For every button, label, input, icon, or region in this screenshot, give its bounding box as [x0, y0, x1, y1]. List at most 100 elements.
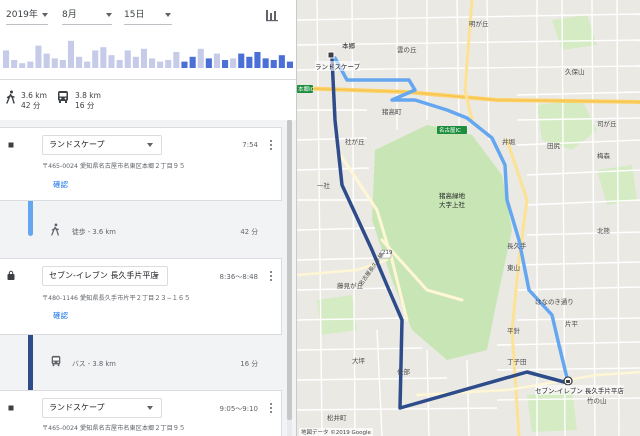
more-options-icon[interactable]	[266, 401, 276, 417]
histogram-bar[interactable]	[173, 52, 180, 68]
scrollbar[interactable]	[287, 120, 292, 436]
histogram-bar[interactable]	[270, 60, 277, 68]
day-value: 15日	[124, 10, 145, 20]
map-label-shijin: 仕部	[397, 368, 410, 376]
place-card-landscape-return: ランドスケープ 9:05〜9:10 〒465-0024 愛知県名古屋市名東区本郷…	[0, 390, 282, 436]
histogram-divider	[0, 68, 296, 80]
map-label-hanamizuki: はなのき通り	[535, 298, 574, 306]
map-label-seven-eleven: セブン-イレブン 長久手片平店	[535, 385, 624, 395]
bus-icon	[51, 355, 61, 367]
place-card-landscape: ランドスケープ 7:54 〒465-0024 愛知県名古屋市名東区本郷２丁目９５…	[0, 127, 282, 201]
histogram-bar[interactable]	[11, 60, 18, 68]
map-label-inokoshi: 猪高町	[382, 108, 402, 116]
bus-icon	[58, 91, 68, 103]
walk-distance: 3.6 km	[21, 91, 47, 100]
segment-duration: 16 分	[240, 360, 258, 368]
chevron-down-icon	[147, 406, 153, 410]
bus-segment[interactable]: バス - 3.8 km 16 分	[0, 340, 282, 384]
map-label-takenoyama: 竹の山	[587, 397, 607, 405]
segment-label: バス - 3.8 km	[72, 360, 116, 368]
histogram-bar[interactable]	[100, 47, 107, 68]
map-label-kubokubo: 久保山	[565, 68, 585, 76]
histogram-bar[interactable]	[51, 58, 58, 68]
histogram-bar[interactable]	[197, 48, 204, 68]
histogram-bar[interactable]	[238, 53, 245, 68]
histogram-bar[interactable]	[140, 48, 147, 68]
bus-duration: 16 分	[75, 101, 95, 110]
histogram-bar[interactable]	[35, 45, 42, 68]
place-name: セブン-イレブン 長久手片平店	[49, 271, 159, 280]
park-area	[317, 295, 357, 335]
histogram-bar[interactable]	[76, 56, 83, 68]
stop-square-icon	[5, 139, 17, 151]
map-label-nagakute: 長久手	[507, 242, 527, 250]
bar-chart-icon	[266, 10, 278, 22]
histogram-bar[interactable]	[132, 56, 139, 68]
place-name: ランドスケープ	[49, 140, 105, 149]
month-select[interactable]: 8月	[62, 6, 112, 25]
histogram-bar[interactable]	[213, 53, 220, 68]
place-select[interactable]: ランドスケープ	[42, 398, 162, 418]
map-label-kumonoike: 雲の丘	[397, 46, 417, 54]
histogram-bar[interactable]	[165, 60, 172, 68]
place-select[interactable]: ランドスケープ	[42, 135, 162, 155]
timeline-panel: 2019年 8月 15日 3.6 km 42 分 3.8 km 16 分 ランド…	[0, 0, 296, 436]
chevron-down-icon	[42, 13, 48, 17]
histogram-bar[interactable]	[189, 56, 196, 68]
scrollbar-thumb[interactable]	[287, 120, 292, 420]
histogram-bar[interactable]	[205, 58, 212, 68]
bar-chart-button[interactable]	[262, 5, 282, 25]
month-underline	[62, 24, 112, 25]
histogram-bar[interactable]	[124, 50, 131, 68]
year-value: 2019年	[6, 10, 38, 20]
map-label-higashi: 東山	[507, 264, 520, 272]
year-select[interactable]: 2019年	[6, 6, 48, 25]
histogram-bar[interactable]	[230, 58, 237, 68]
map-label-igaoka: 井堀	[502, 138, 515, 146]
chevron-down-icon	[165, 13, 171, 17]
visit-time: 7:54	[242, 141, 258, 149]
walk-segment[interactable]: 徒歩 - 3.6 km 42 分	[0, 208, 282, 252]
chevron-down-icon	[147, 143, 153, 147]
histogram-bar[interactable]	[67, 40, 74, 68]
activity-histogram[interactable]	[0, 30, 296, 68]
histogram-bar[interactable]	[254, 52, 261, 68]
histogram-bar[interactable]	[278, 55, 285, 68]
place-name: ランドスケープ	[49, 403, 105, 412]
map-label-chojin: 丁子田	[507, 358, 527, 366]
confirm-link[interactable]: 確認	[53, 310, 68, 321]
stop-square-icon	[5, 402, 17, 414]
map-label-hongo-ic: 本郷IC	[298, 87, 315, 93]
map-label-matsunoki: 松井町	[327, 414, 347, 422]
map-label-katahira: 片平	[565, 320, 578, 328]
year-underline	[6, 24, 48, 25]
histogram-bar[interactable]	[222, 60, 229, 68]
landscape-marker[interactable]	[327, 51, 335, 59]
map-label-tajiri: 田尻	[547, 142, 560, 150]
histogram-bar[interactable]	[3, 50, 10, 68]
map-label-kakeda: 梅森	[597, 152, 610, 160]
map-label-shadai: 社が丘	[345, 138, 365, 146]
route-map[interactable]: 本郷 ランドスケープ 本郷IC 明が丘 雲の丘 久保山 猪高町 名古屋IC 社が…	[296, 0, 640, 436]
histogram-bar[interactable]	[108, 55, 115, 68]
more-options-icon[interactable]	[266, 269, 276, 285]
month-value: 8月	[62, 10, 77, 20]
visit-time: 8:36〜8:48	[219, 273, 258, 281]
histogram-bar[interactable]	[43, 53, 50, 68]
map-label-landscape: ランドスケープ	[315, 61, 361, 71]
histogram-bar[interactable]	[246, 56, 253, 68]
day-select[interactable]: 15日	[124, 6, 172, 25]
histogram-bar[interactable]	[149, 58, 156, 68]
confirm-link[interactable]: 確認	[53, 179, 68, 190]
histogram-bar[interactable]	[262, 58, 269, 68]
histogram-bar[interactable]	[59, 60, 66, 68]
histogram-bar[interactable]	[116, 60, 123, 68]
trip-summary: 3.6 km 42 分 3.8 km 16 分	[0, 82, 296, 120]
map-attribution: 地図データ ©2019 Google	[299, 428, 373, 436]
histogram-bar[interactable]	[92, 50, 99, 68]
map-label-hongo: 本郷	[342, 42, 355, 50]
more-options-icon[interactable]	[266, 138, 276, 154]
chevron-down-icon	[106, 13, 112, 17]
chevron-down-icon	[153, 274, 159, 278]
place-select[interactable]: セブン-イレブン 長久手片平店	[42, 266, 168, 286]
